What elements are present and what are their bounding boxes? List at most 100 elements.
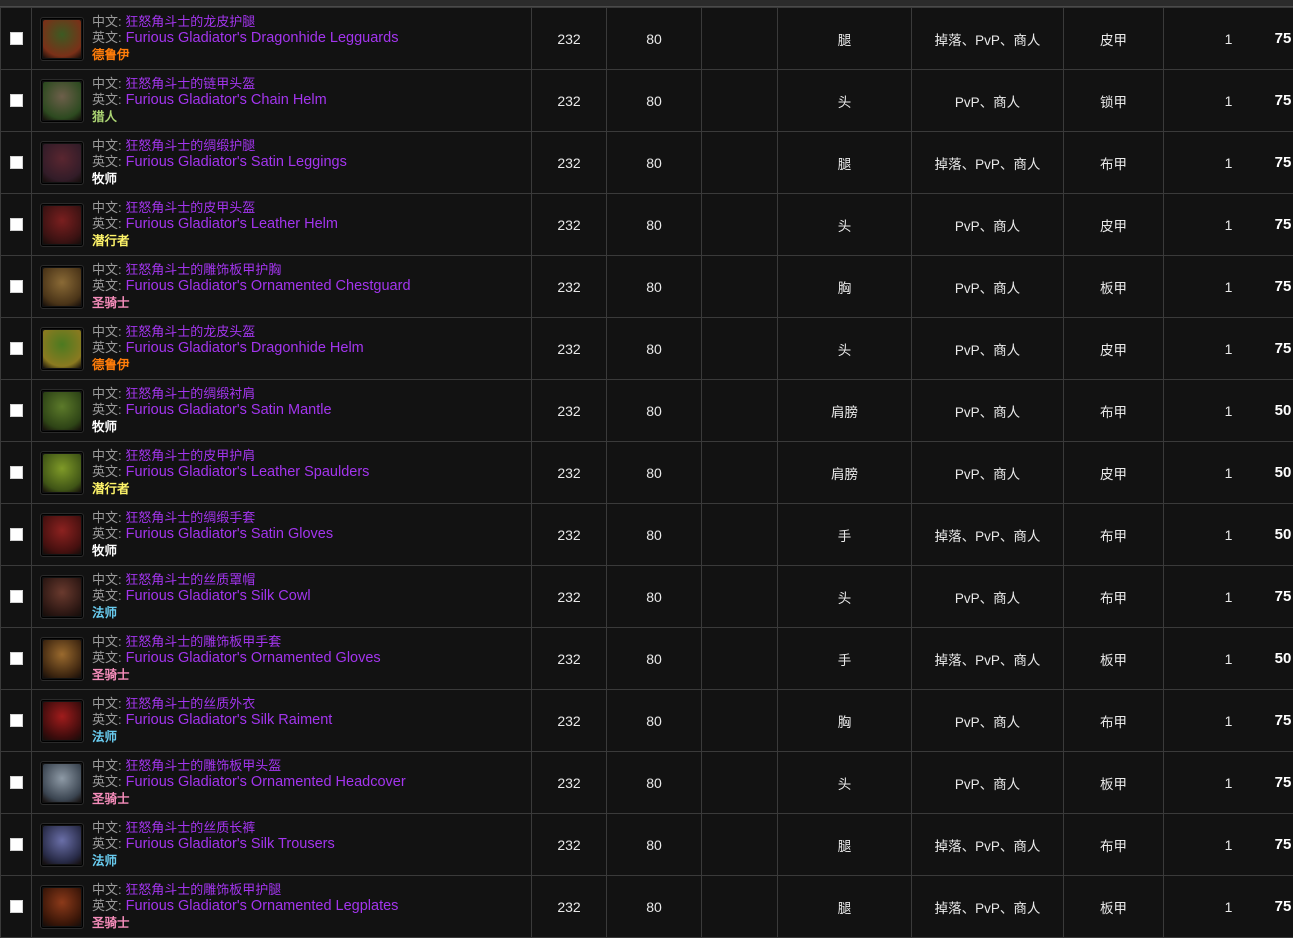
row-select-cell[interactable] xyxy=(1,566,32,628)
table-row[interactable]: 中文: 狂怒角斗士的龙皮头盔英文: Furious Gladiator's Dr… xyxy=(1,318,1293,380)
table-row[interactable]: 中文: 狂怒角斗士的绸缎衬肩英文: Furious Gladiator's Sa… xyxy=(1,380,1293,442)
item-icon[interactable] xyxy=(40,575,84,619)
item-name-cn[interactable]: 狂怒角斗士的龙皮头盔 xyxy=(122,324,256,339)
row-checkbox[interactable] xyxy=(10,838,23,851)
row-select-cell[interactable] xyxy=(1,442,32,504)
required-level-cell: 80 xyxy=(607,752,702,814)
item-name-en[interactable]: Furious Gladiator's Satin Mantle xyxy=(122,402,332,418)
item-name-cn[interactable]: 狂怒角斗士的链甲头盔 xyxy=(122,76,256,91)
item-class-label: 牧师 xyxy=(92,544,333,559)
item-name-en[interactable]: Furious Gladiator's Dragonhide Legguards xyxy=(122,30,399,46)
item-name-cn[interactable]: 狂怒角斗士的丝质罩帽 xyxy=(122,572,256,587)
item-icon[interactable] xyxy=(40,513,84,557)
row-select-cell[interactable] xyxy=(1,690,32,752)
table-row[interactable]: 中文: 狂怒角斗士的雕饰板甲头盔英文: Furious Gladiator's … xyxy=(1,752,1293,814)
item-icon[interactable] xyxy=(40,885,84,929)
item-name-cn[interactable]: 狂怒角斗士的雕饰板甲护腿 xyxy=(122,882,282,897)
row-checkbox[interactable] xyxy=(10,528,23,541)
row-select-cell[interactable] xyxy=(1,814,32,876)
row-checkbox[interactable] xyxy=(10,280,23,293)
row-select-cell[interactable] xyxy=(1,504,32,566)
empty-cell xyxy=(702,814,778,876)
item-name-en[interactable]: Furious Gladiator's Satin Leggings xyxy=(122,154,347,170)
table-row[interactable]: 中文: 狂怒角斗士的雕饰板甲护腿英文: Furious Gladiator's … xyxy=(1,876,1293,938)
item-name-cn[interactable]: 狂怒角斗士的雕饰板甲手套 xyxy=(122,634,282,649)
row-checkbox[interactable] xyxy=(10,590,23,603)
table-row[interactable]: 中文: 狂怒角斗士的丝质外衣英文: Furious Gladiator's Si… xyxy=(1,690,1293,752)
table-row[interactable]: 中文: 狂怒角斗士的雕饰板甲手套英文: Furious Gladiator's … xyxy=(1,628,1293,690)
table-row[interactable]: 中文: 狂怒角斗士的皮甲护肩英文: Furious Gladiator's Le… xyxy=(1,442,1293,504)
item-name-cell: 中文: 狂怒角斗士的绸缎手套英文: Furious Gladiator's Sa… xyxy=(32,504,532,566)
row-select-cell[interactable] xyxy=(1,256,32,318)
item-name-cn[interactable]: 狂怒角斗士的绸缎手套 xyxy=(122,510,256,525)
item-name-en[interactable]: Furious Gladiator's Ornamented Headcover xyxy=(122,774,406,790)
quantity-cell: 1 xyxy=(1164,380,1293,442)
table-row[interactable]: 中文: 狂怒角斗士的绸缎护腿英文: Furious Gladiator's Sa… xyxy=(1,132,1293,194)
item-name-en[interactable]: Furious Gladiator's Ornamented Legplates xyxy=(122,898,399,914)
item-icon[interactable] xyxy=(40,203,84,247)
quantity-cell: 1 xyxy=(1164,876,1293,938)
table-row[interactable]: 中文: 狂怒角斗士的丝质罩帽英文: Furious Gladiator's Si… xyxy=(1,566,1293,628)
table-row[interactable]: 中文: 狂怒角斗士的链甲头盔英文: Furious Gladiator's Ch… xyxy=(1,70,1293,132)
table-row[interactable]: 中文: 狂怒角斗士的绸缎手套英文: Furious Gladiator's Sa… xyxy=(1,504,1293,566)
item-name-cn[interactable]: 狂怒角斗士的绸缎护腿 xyxy=(122,138,256,153)
row-select-cell[interactable] xyxy=(1,628,32,690)
row-select-cell[interactable] xyxy=(1,876,32,938)
row-select-cell[interactable] xyxy=(1,70,32,132)
item-name-en[interactable]: Furious Gladiator's Silk Cowl xyxy=(122,588,311,604)
item-name-en[interactable]: Furious Gladiator's Leather Spaulders xyxy=(122,464,370,480)
item-name-cn[interactable]: 狂怒角斗士的绸缎衬肩 xyxy=(122,386,256,401)
row-checkbox[interactable] xyxy=(10,218,23,231)
source-cell: PvP、商人 xyxy=(912,442,1064,504)
row-checkbox[interactable] xyxy=(10,94,23,107)
item-icon[interactable] xyxy=(40,327,84,371)
item-icon[interactable] xyxy=(40,637,84,681)
item-name-cn[interactable]: 狂怒角斗士的雕饰板甲头盔 xyxy=(122,758,282,773)
item-icon[interactable] xyxy=(40,17,84,61)
item-name-en[interactable]: Furious Gladiator's Dragonhide Helm xyxy=(122,340,364,356)
row-select-cell[interactable] xyxy=(1,132,32,194)
row-select-cell[interactable] xyxy=(1,194,32,256)
table-row[interactable]: 中文: 狂怒角斗士的丝质长裤英文: Furious Gladiator's Si… xyxy=(1,814,1293,876)
row-checkbox[interactable] xyxy=(10,466,23,479)
item-name-en[interactable]: Furious Gladiator's Satin Gloves xyxy=(122,526,334,542)
item-icon[interactable] xyxy=(40,823,84,867)
item-name-cn[interactable]: 狂怒角斗士的皮甲护肩 xyxy=(122,448,256,463)
empty-cell xyxy=(702,690,778,752)
item-icon[interactable] xyxy=(40,761,84,805)
item-icon[interactable] xyxy=(40,265,84,309)
row-checkbox[interactable] xyxy=(10,342,23,355)
item-icon[interactable] xyxy=(40,141,84,185)
row-select-cell[interactable] xyxy=(1,8,32,70)
item-icon[interactable] xyxy=(40,699,84,743)
row-select-cell[interactable] xyxy=(1,318,32,380)
row-checkbox[interactable] xyxy=(10,714,23,727)
item-name-en[interactable]: Furious Gladiator's Chain Helm xyxy=(122,92,327,108)
item-name-en[interactable]: Furious Gladiator's Leather Helm xyxy=(122,216,338,232)
item-name-en[interactable]: Furious Gladiator's Silk Raiment xyxy=(122,712,333,728)
item-icon[interactable] xyxy=(40,79,84,123)
row-select-cell[interactable] xyxy=(1,752,32,814)
item-name-cn[interactable]: 狂怒角斗士的丝质外衣 xyxy=(122,696,256,711)
item-name-en[interactable]: Furious Gladiator's Ornamented Gloves xyxy=(122,650,381,666)
item-name-en[interactable]: Furious Gladiator's Silk Trousers xyxy=(122,836,335,852)
row-checkbox[interactable] xyxy=(10,652,23,665)
row-checkbox[interactable] xyxy=(10,776,23,789)
row-checkbox[interactable] xyxy=(10,900,23,913)
quantity-cell: 1 xyxy=(1164,70,1293,132)
item-name-cn[interactable]: 狂怒角斗士的雕饰板甲护胸 xyxy=(122,262,282,277)
item-name-en[interactable]: Furious Gladiator's Ornamented Chestguar… xyxy=(122,278,411,294)
item-icon[interactable] xyxy=(40,451,84,495)
table-row[interactable]: 中文: 狂怒角斗士的雕饰板甲护胸英文: Furious Gladiator's … xyxy=(1,256,1293,318)
table-row[interactable]: 中文: 狂怒角斗士的皮甲头盔英文: Furious Gladiator's Le… xyxy=(1,194,1293,256)
item-level-cell: 232 xyxy=(532,8,607,70)
item-name-cn[interactable]: 狂怒角斗士的丝质长裤 xyxy=(122,820,256,835)
item-icon[interactable] xyxy=(40,389,84,433)
row-checkbox[interactable] xyxy=(10,32,23,45)
row-checkbox[interactable] xyxy=(10,156,23,169)
row-checkbox[interactable] xyxy=(10,404,23,417)
item-name-cn[interactable]: 狂怒角斗士的龙皮护腿 xyxy=(122,14,256,29)
item-name-cn[interactable]: 狂怒角斗士的皮甲头盔 xyxy=(122,200,256,215)
row-select-cell[interactable] xyxy=(1,380,32,442)
table-row[interactable]: 中文: 狂怒角斗士的龙皮护腿英文: Furious Gladiator's Dr… xyxy=(1,8,1293,70)
